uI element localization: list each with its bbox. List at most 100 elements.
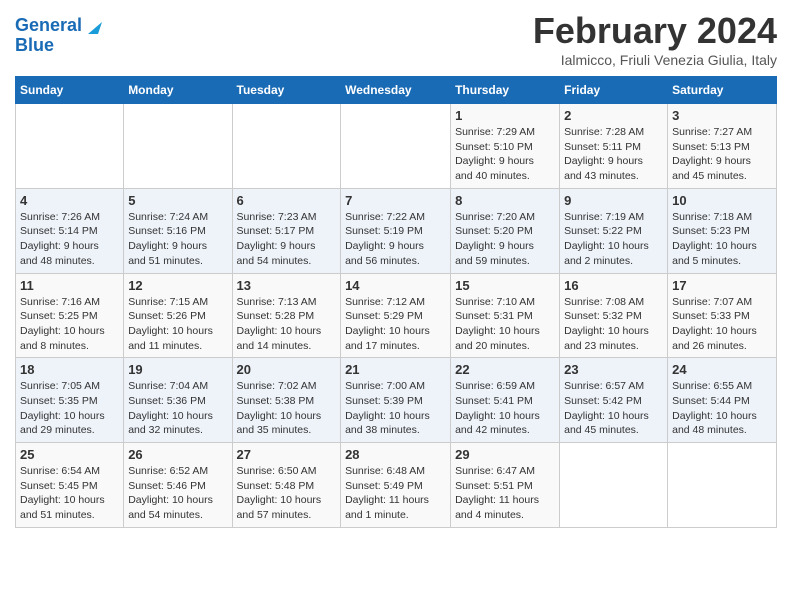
day-info: Sunrise: 7:19 AMSunset: 5:22 PMDaylight:… xyxy=(564,210,663,269)
day-info: Sunrise: 7:28 AMSunset: 5:11 PMDaylight:… xyxy=(564,125,663,184)
day-info: Sunrise: 7:02 AMSunset: 5:38 PMDaylight:… xyxy=(237,379,337,438)
day-number: 3 xyxy=(672,108,772,123)
day-info: Sunrise: 7:00 AMSunset: 5:39 PMDaylight:… xyxy=(345,379,446,438)
day-number: 16 xyxy=(564,278,663,293)
day-info: Sunrise: 6:47 AMSunset: 5:51 PMDaylight:… xyxy=(455,464,555,523)
day-info: Sunrise: 7:08 AMSunset: 5:32 PMDaylight:… xyxy=(564,295,663,354)
logo-bird-icon xyxy=(84,16,102,36)
day-cell xyxy=(16,104,124,189)
page-header: General Blue February 2024 Ialmicco, Fri… xyxy=(15,10,777,68)
day-number: 15 xyxy=(455,278,555,293)
day-info: Sunrise: 7:22 AMSunset: 5:19 PMDaylight:… xyxy=(345,210,446,269)
day-number: 11 xyxy=(20,278,119,293)
calendar-table: SundayMondayTuesdayWednesdayThursdayFrid… xyxy=(15,76,777,528)
day-info: Sunrise: 6:59 AMSunset: 5:41 PMDaylight:… xyxy=(455,379,555,438)
day-cell: 21 Sunrise: 7:00 AMSunset: 5:39 PMDayligh… xyxy=(341,358,451,443)
weekday-header-row: SundayMondayTuesdayWednesdayThursdayFrid… xyxy=(16,77,777,104)
day-cell: 6Sunrise: 7:23 AMSunset: 5:17 PMDaylight… xyxy=(232,188,341,273)
day-number: 22 xyxy=(455,362,555,377)
day-info: Sunrise: 7:10 AMSunset: 5:31 PMDaylight:… xyxy=(455,295,555,354)
day-cell: 11Sunrise: 7:16 AMSunset: 5:25 PMDayligh… xyxy=(16,273,124,358)
day-cell xyxy=(560,443,668,528)
day-cell: 3Sunrise: 7:27 AMSunset: 5:13 PMDaylight… xyxy=(668,104,777,189)
weekday-header-monday: Monday xyxy=(124,77,232,104)
title-area: February 2024 Ialmicco, Friuli Venezia G… xyxy=(533,10,777,68)
day-number: 24 xyxy=(672,362,772,377)
day-cell: 29 Sunrise: 6:47 AMSunset: 5:51 PMDayligh… xyxy=(451,443,560,528)
weekday-header-sunday: Sunday xyxy=(16,77,124,104)
day-number: 5 xyxy=(128,193,227,208)
day-info: Sunrise: 6:57 AMSunset: 5:42 PMDaylight:… xyxy=(564,379,663,438)
day-cell: 22 Sunrise: 6:59 AMSunset: 5:41 PMDayligh… xyxy=(451,358,560,443)
day-number: 23 xyxy=(564,362,663,377)
day-number: 17 xyxy=(672,278,772,293)
logo-text-general: General xyxy=(15,16,82,36)
day-cell: 18Sunrise: 7:05 AMSunset: 5:35 PMDayligh… xyxy=(16,358,124,443)
day-cell: 8 Sunrise: 7:20 AMSunset: 5:20 PMDaylight… xyxy=(451,188,560,273)
day-number: 18 xyxy=(20,362,119,377)
day-number: 19 xyxy=(128,362,227,377)
day-number: 9 xyxy=(564,193,663,208)
day-cell: 23 Sunrise: 6:57 AMSunset: 5:42 PMDayligh… xyxy=(560,358,668,443)
logo: General Blue xyxy=(15,16,102,56)
day-info: Sunrise: 7:13 AMSunset: 5:28 PMDaylight:… xyxy=(237,295,337,354)
day-number: 21 xyxy=(345,362,446,377)
location-subtitle: Ialmicco, Friuli Venezia Giulia, Italy xyxy=(533,52,777,68)
day-number: 10 xyxy=(672,193,772,208)
weekday-header-thursday: Thursday xyxy=(451,77,560,104)
weekday-header-saturday: Saturday xyxy=(668,77,777,104)
day-number: 4 xyxy=(20,193,119,208)
day-info: Sunrise: 7:26 AMSunset: 5:14 PMDaylight:… xyxy=(20,210,119,269)
day-number: 20 xyxy=(237,362,337,377)
day-cell: 9 Sunrise: 7:19 AMSunset: 5:22 PMDaylight… xyxy=(560,188,668,273)
day-cell: 16 Sunrise: 7:08 AMSunset: 5:32 PMDayligh… xyxy=(560,273,668,358)
day-number: 29 xyxy=(455,447,555,462)
day-cell: 19 Sunrise: 7:04 AMSunset: 5:36 PMDayligh… xyxy=(124,358,232,443)
day-info: Sunrise: 6:50 AMSunset: 5:48 PMDaylight:… xyxy=(237,464,337,523)
month-title: February 2024 xyxy=(533,10,777,52)
day-info: Sunrise: 7:24 AMSunset: 5:16 PMDaylight:… xyxy=(128,210,227,269)
weekday-header-friday: Friday xyxy=(560,77,668,104)
week-row-3: 11Sunrise: 7:16 AMSunset: 5:25 PMDayligh… xyxy=(16,273,777,358)
logo-text-blue: Blue xyxy=(15,36,54,56)
day-number: 14 xyxy=(345,278,446,293)
day-number: 6 xyxy=(237,193,337,208)
day-info: Sunrise: 7:15 AMSunset: 5:26 PMDaylight:… xyxy=(128,295,227,354)
day-number: 7 xyxy=(345,193,446,208)
day-cell: 5 Sunrise: 7:24 AMSunset: 5:16 PMDaylight… xyxy=(124,188,232,273)
day-number: 26 xyxy=(128,447,227,462)
day-number: 27 xyxy=(237,447,337,462)
week-row-5: 25 Sunrise: 6:54 AMSunset: 5:45 PMDayligh… xyxy=(16,443,777,528)
day-number: 13 xyxy=(237,278,337,293)
day-cell: 25 Sunrise: 6:54 AMSunset: 5:45 PMDayligh… xyxy=(16,443,124,528)
day-cell xyxy=(668,443,777,528)
day-number: 25 xyxy=(20,447,119,462)
day-number: 8 xyxy=(455,193,555,208)
day-cell: 2 Sunrise: 7:28 AMSunset: 5:11 PMDaylight… xyxy=(560,104,668,189)
day-cell: 15 Sunrise: 7:10 AMSunset: 5:31 PMDayligh… xyxy=(451,273,560,358)
day-cell xyxy=(232,104,341,189)
day-info: Sunrise: 6:52 AMSunset: 5:46 PMDaylight:… xyxy=(128,464,227,523)
week-row-2: 4 Sunrise: 7:26 AMSunset: 5:14 PMDaylight… xyxy=(16,188,777,273)
day-info: Sunrise: 7:20 AMSunset: 5:20 PMDaylight:… xyxy=(455,210,555,269)
day-cell: 26 Sunrise: 6:52 AMSunset: 5:46 PMDayligh… xyxy=(124,443,232,528)
day-number: 2 xyxy=(564,108,663,123)
day-info: Sunrise: 7:04 AMSunset: 5:36 PMDaylight:… xyxy=(128,379,227,438)
day-cell: 1Sunrise: 7:29 AMSunset: 5:10 PMDaylight… xyxy=(451,104,560,189)
day-cell: 28Sunrise: 6:48 AMSunset: 5:49 PMDayligh… xyxy=(341,443,451,528)
day-cell: 7 Sunrise: 7:22 AMSunset: 5:19 PMDaylight… xyxy=(341,188,451,273)
week-row-1: 1Sunrise: 7:29 AMSunset: 5:10 PMDaylight… xyxy=(16,104,777,189)
day-cell xyxy=(341,104,451,189)
day-cell: 14 Sunrise: 7:12 AMSunset: 5:29 PMDayligh… xyxy=(341,273,451,358)
day-info: Sunrise: 7:18 AMSunset: 5:23 PMDaylight:… xyxy=(672,210,772,269)
day-number: 28 xyxy=(345,447,446,462)
day-number: 1 xyxy=(455,108,555,123)
day-cell: 17 Sunrise: 7:07 AMSunset: 5:33 PMDayligh… xyxy=(668,273,777,358)
day-cell: 20 Sunrise: 7:02 AMSunset: 5:38 PMDayligh… xyxy=(232,358,341,443)
day-cell: 24 Sunrise: 6:55 AMSunset: 5:44 PMDayligh… xyxy=(668,358,777,443)
weekday-header-wednesday: Wednesday xyxy=(341,77,451,104)
day-info: Sunrise: 7:07 AMSunset: 5:33 PMDaylight:… xyxy=(672,295,772,354)
day-info: Sunrise: 6:55 AMSunset: 5:44 PMDaylight:… xyxy=(672,379,772,438)
day-info: Sunrise: 7:12 AMSunset: 5:29 PMDaylight:… xyxy=(345,295,446,354)
day-info: Sunrise: 6:54 AMSunset: 5:45 PMDaylight:… xyxy=(20,464,119,523)
